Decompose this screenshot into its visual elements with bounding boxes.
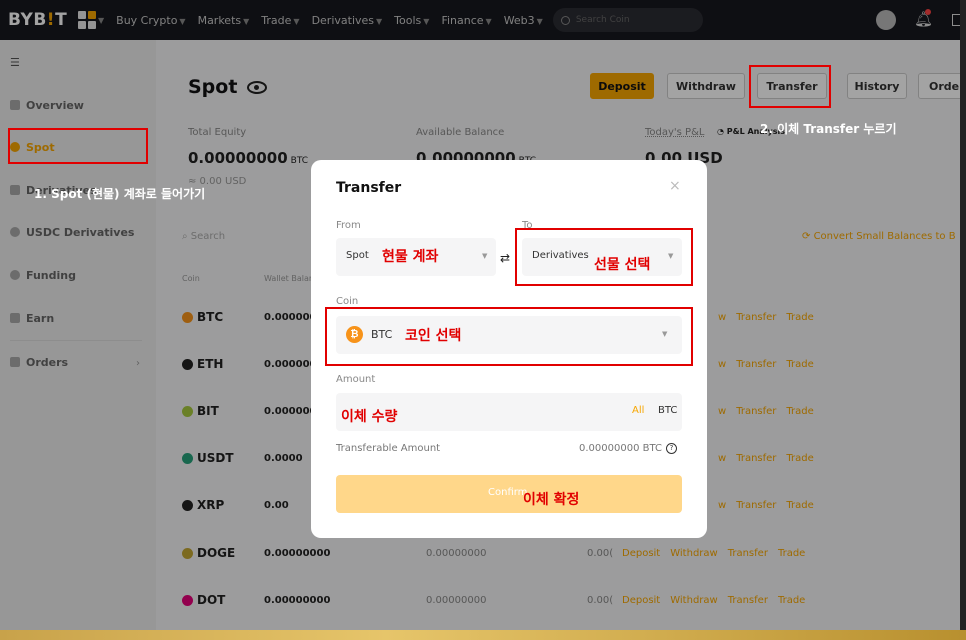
highlight-spot-sidebar (8, 128, 148, 164)
transferable-amount-label: Transferable Amount (336, 443, 441, 454)
annotation-amount: 이체 수량 (341, 409, 398, 425)
background-strip-bottom (0, 630, 966, 640)
help-icon[interactable]: ? (665, 443, 677, 454)
coin-label: Coin (336, 296, 359, 307)
highlight-coin-select (325, 307, 693, 366)
chevron-down-icon: ▼ (482, 252, 488, 260)
annotation-confirm: 이체 확정 (523, 492, 580, 508)
amount-unit: BTC (658, 405, 678, 416)
swap-icon[interactable]: ⇄ (500, 251, 510, 265)
background-strip-right (960, 0, 966, 640)
annotation-select-futures: 선물 선택 (594, 257, 651, 273)
annotation-step1: 1. Spot (현물) 계좌로 들어가기 (34, 187, 206, 201)
annotation-step2: 2. 이체 Transfer 누르기 (760, 122, 897, 136)
confirm-label: Confirm (488, 487, 528, 498)
modal-title: Transfer (336, 180, 402, 196)
close-icon[interactable]: × (669, 178, 681, 194)
annotation-spot-account: 현물 계좌 (382, 249, 439, 265)
from-account-value: Spot (346, 250, 369, 261)
confirm-button[interactable]: Confirm (336, 475, 682, 513)
all-button[interactable]: All (632, 405, 644, 416)
annotation-select-coin: 코인 선택 (405, 328, 462, 344)
app-window: BYB!T ▼ Buy Crypto ▼ Markets ▼ Trade ▼ Deri… (0, 0, 960, 630)
transferable-amount: 0.00000000 BTC? (579, 443, 677, 454)
from-label: From (336, 220, 361, 231)
highlight-transfer-button (749, 65, 831, 108)
amount-label: Amount (336, 374, 376, 385)
transferable-amount-value: 0.00000000 BTC (579, 443, 662, 454)
